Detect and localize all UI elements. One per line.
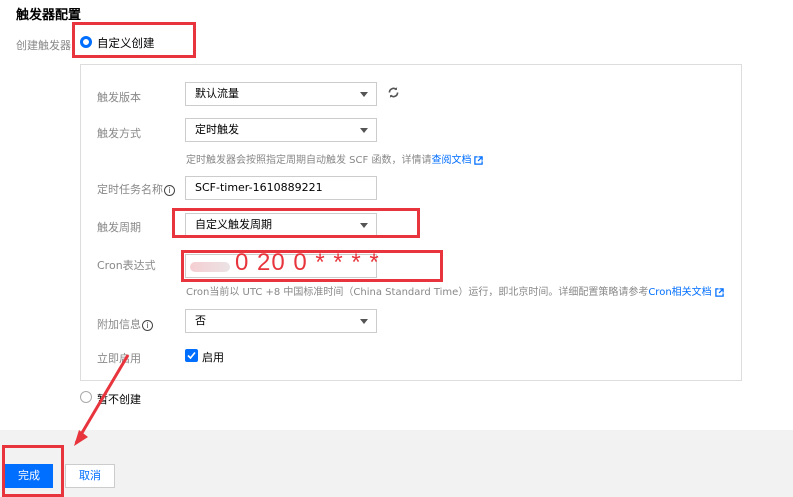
info-icon[interactable]: i [164, 184, 175, 196]
cron-help: Cron当前以 UTC +8 中国标准时间（China Standard Tim… [186, 283, 724, 298]
info-icon[interactable]: i [142, 319, 153, 331]
caret-down-icon [360, 92, 368, 97]
enable-checkbox-label[interactable]: 启用 [202, 349, 224, 365]
create-trigger-label: 创建触发器 [16, 39, 71, 52]
method-select[interactable]: 定时触发 [185, 118, 377, 142]
extra-select-value: 否 [195, 314, 206, 327]
caret-down-icon [360, 128, 368, 133]
highlight-confirm [2, 445, 64, 497]
highlight-period [172, 208, 420, 238]
radio-no-create-label[interactable]: 暂不创建 [97, 391, 141, 407]
method-label: 触发方式 [97, 127, 141, 140]
cron-label: Cron表达式 [97, 259, 156, 272]
version-select[interactable]: 默认流量 [185, 82, 377, 106]
method-doc-link[interactable]: 查阅文档 [431, 155, 471, 166]
method-help: 定时触发器会按照指定周期自动触发 SCF 函数，详情请查阅文档 [186, 151, 484, 166]
extra-label: 附加信息 i [97, 316, 153, 332]
external-link-icon[interactable] [714, 287, 724, 297]
enable-checkbox[interactable] [185, 349, 198, 362]
task-name-label: 定时任务名称 i [97, 181, 175, 197]
method-select-value: 定时触发 [195, 123, 239, 136]
highlight-custom-create [72, 22, 196, 58]
extra-label-text: 附加信息 [97, 318, 141, 331]
external-link-icon[interactable] [474, 155, 484, 165]
version-select-value: 默认流量 [195, 87, 239, 100]
period-label: 触发周期 [97, 221, 141, 234]
section-title: 触发器配置 [16, 8, 82, 23]
refresh-icon[interactable] [387, 86, 400, 99]
check-icon [187, 351, 196, 360]
extra-select[interactable]: 否 [185, 309, 377, 333]
highlight-cron [181, 250, 443, 282]
cron-doc-link[interactable]: Cron相关文档 [648, 287, 711, 298]
version-label: 触发版本 [97, 91, 141, 104]
task-name-input[interactable]: SCF-timer-1610889221 [185, 176, 377, 200]
footer-bar [0, 430, 793, 497]
task-name-label-text: 定时任务名称 [97, 183, 163, 196]
caret-down-icon [360, 319, 368, 324]
method-help-text: 定时触发器会按照指定周期自动触发 SCF 函数，详情请 [186, 155, 432, 166]
radio-no-create[interactable] [80, 391, 92, 403]
enable-label: 立即启用 [97, 352, 141, 365]
cron-help-text: Cron当前以 UTC +8 中国标准时间（China Standard Tim… [186, 287, 649, 298]
cancel-button[interactable]: 取消 [65, 464, 115, 488]
